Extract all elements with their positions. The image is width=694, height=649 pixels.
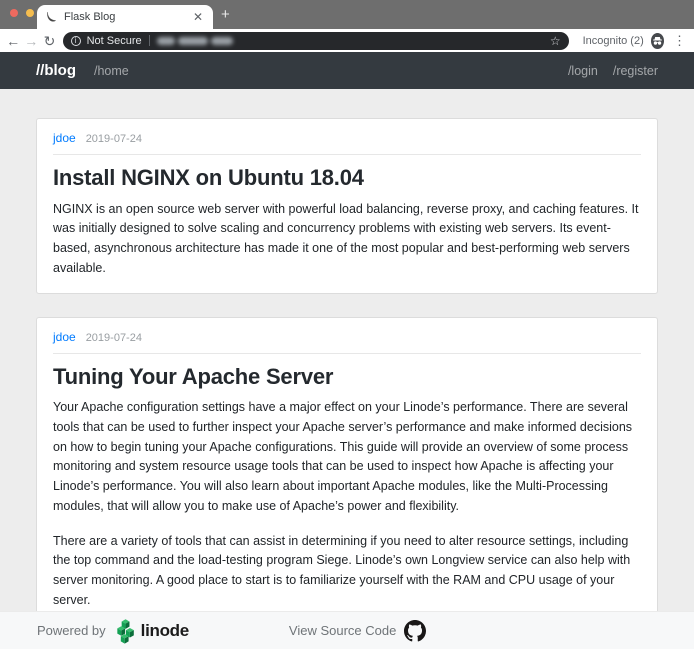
post-paragraph: NGINX is an open source web server with … <box>53 200 641 279</box>
address-bar[interactable]: i Not Secure ☆ <box>63 32 569 50</box>
github-icon <box>404 620 426 642</box>
info-icon[interactable]: i <box>71 36 81 46</box>
not-secure-label: Not Secure <box>87 35 142 47</box>
incognito-label: Incognito (2) <box>583 35 644 47</box>
site-footer: Powered by linode <box>0 611 694 649</box>
navbar-brand[interactable]: //blog <box>36 62 76 79</box>
close-window-button[interactable] <box>10 9 18 17</box>
post-card: jdoe 2019-07-24 Install NGINX on Ubuntu … <box>36 118 658 294</box>
incognito-avatar-icon[interactable] <box>651 33 664 49</box>
url-redacted <box>157 37 233 45</box>
post-paragraph: Your Apache configuration settings have … <box>53 398 641 517</box>
view-source-label: View Source Code <box>289 623 396 638</box>
github-link[interactable] <box>404 620 426 642</box>
posts: jdoe 2019-07-24 Install NGINX on Ubuntu … <box>36 118 658 649</box>
nav-link-login[interactable]: /login <box>568 64 598 78</box>
post-author-link[interactable]: jdoe <box>53 131 76 145</box>
post-title-link[interactable]: Install NGINX on Ubuntu 18.04 <box>53 164 641 193</box>
back-icon[interactable]: ← <box>4 34 22 48</box>
post-title-link[interactable]: Tuning Your Apache Server <box>53 363 641 392</box>
post-author-link[interactable]: jdoe <box>53 330 76 344</box>
nav-link-register[interactable]: /register <box>613 64 658 78</box>
post-card: jdoe 2019-07-24 Tuning Your Apache Serve… <box>36 317 658 626</box>
linode-wordmark: linode <box>141 621 189 641</box>
browser-window: Flask Blog ✕ + ← → ↻ i Not Secure ☆ Inco… <box>0 0 694 649</box>
omnibox-divider <box>149 35 150 46</box>
reload-icon[interactable]: ↻ <box>40 34 58 48</box>
page-background: jdoe 2019-07-24 Install NGINX on Ubuntu … <box>0 89 694 649</box>
post-body: NGINX is an open source web server with … <box>53 200 641 279</box>
nav-link-home[interactable]: /home <box>94 64 129 78</box>
linode-logo[interactable]: linode <box>115 618 189 644</box>
post-meta: jdoe 2019-07-24 <box>53 131 641 155</box>
post-meta: jdoe 2019-07-24 <box>53 330 641 354</box>
bookmark-star-icon[interactable]: ☆ <box>550 34 561 48</box>
post-paragraph: There are a variety of tools that can as… <box>53 532 641 611</box>
browser-tabstrip: Flask Blog ✕ + <box>0 0 694 29</box>
tab-title: Flask Blog <box>64 11 191 23</box>
post-date: 2019-07-24 <box>86 332 142 344</box>
flask-favicon-icon <box>45 11 57 23</box>
browser-toolbar: ← → ↻ i Not Secure ☆ Incognito (2) ⋮ <box>0 29 694 52</box>
tab-close-icon[interactable]: ✕ <box>191 10 205 24</box>
site-navbar: //blog /home /login /register <box>0 52 694 89</box>
new-tab-icon[interactable]: + <box>221 5 230 25</box>
post-date: 2019-07-24 <box>86 133 142 145</box>
post-body: Your Apache configuration settings have … <box>53 398 641 611</box>
powered-by-label: Powered by <box>37 623 106 638</box>
browser-tab[interactable]: Flask Blog ✕ <box>37 5 213 29</box>
forward-icon: → <box>22 34 40 48</box>
browser-menu-icon[interactable]: ⋮ <box>673 33 686 49</box>
minimize-window-button[interactable] <box>26 9 34 17</box>
linode-cubes-icon <box>115 618 137 644</box>
